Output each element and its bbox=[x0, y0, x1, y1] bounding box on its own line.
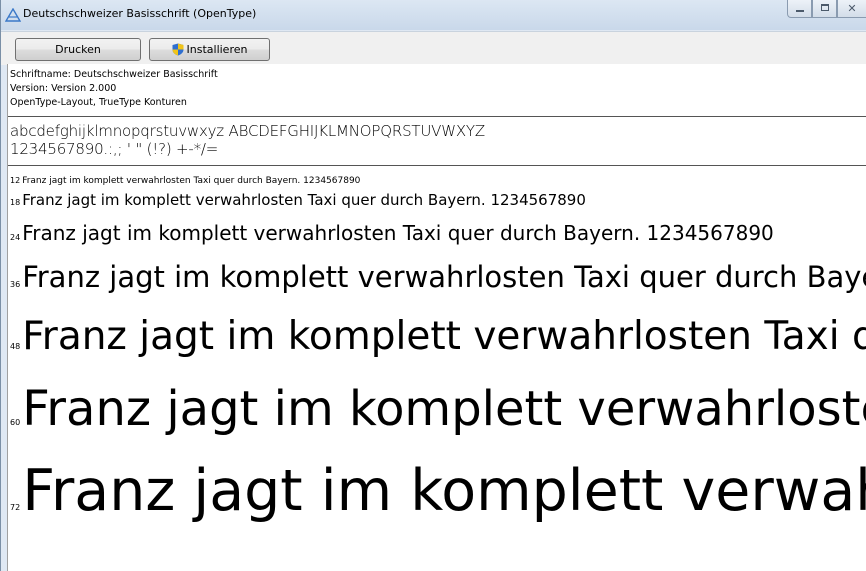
uac-shield-icon bbox=[172, 43, 184, 56]
sample-text: Franz jagt im komplett verwahrlosten Tax… bbox=[22, 314, 866, 359]
sample-size-label: 24 bbox=[10, 233, 21, 242]
sample-size-label: 72 bbox=[10, 503, 21, 512]
sample-line-18: 18 Franz jagt im komplett verwahrlosten T… bbox=[10, 191, 586, 209]
charset-letters: abcdefghijklmnopqrstuvwxyz ABCDEFGHIJKLM… bbox=[10, 122, 485, 140]
sample-line-60: 60Franz jagt im komplett verwahrlosten T bbox=[10, 381, 866, 437]
sample-text: Franz jagt im komplett verwahrlosten Tax… bbox=[22, 176, 361, 186]
font-info: Schriftname: Deutschschweizer Basisschri… bbox=[10, 68, 218, 110]
maximize-icon bbox=[821, 4, 829, 11]
character-set: abcdefghijklmnopqrstuvwxyz ABCDEFGHIJKLM… bbox=[10, 122, 485, 158]
sample-line-12: 12 Franz jagt im komplett verwahrlosten T… bbox=[10, 176, 360, 186]
sample-size-label: 12 bbox=[10, 176, 21, 185]
sample-line-48: 48Franz jagt im komplett verwahrlosten T… bbox=[10, 314, 866, 359]
close-button[interactable]: ✕ bbox=[837, 0, 866, 18]
sample-size-label: 36 bbox=[10, 280, 21, 289]
font-version: Version: Version 2.000 bbox=[10, 83, 117, 94]
toolbar: Drucken Installieren bbox=[1, 31, 866, 65]
install-button-label: Installieren bbox=[186, 43, 248, 56]
divider bbox=[8, 165, 866, 166]
sample-text: Franz jagt im komplett verwahrlosten Tax… bbox=[22, 191, 586, 209]
font-name: Schriftname: Deutschschweizer Basisschri… bbox=[10, 69, 218, 80]
sample-text: Franz jagt im komplett verwahrlosten Tax… bbox=[22, 221, 774, 245]
charset-digits: 1234567890.:,; ' " (!?) +-*/= bbox=[10, 140, 219, 158]
font-viewer-window: Deutschschweizer Basisschrift (OpenType)… bbox=[0, 0, 866, 571]
minimize-button[interactable] bbox=[787, 0, 812, 18]
maximize-button[interactable] bbox=[812, 0, 837, 18]
sample-line-24: 24 Franz jagt im komplett verwahrlosten T… bbox=[10, 221, 774, 245]
print-button-label: Drucken bbox=[55, 43, 101, 56]
window-controls: ✕ bbox=[787, 0, 866, 20]
divider bbox=[8, 116, 866, 117]
sample-size-label: 60 bbox=[10, 418, 21, 427]
font-preview-pane[interactable]: Schriftname: Deutschschweizer Basisschri… bbox=[7, 64, 866, 571]
sample-size-label: 18 bbox=[10, 198, 21, 207]
sample-text: Franz jagt im komplett verwahrlo bbox=[22, 458, 866, 524]
sample-line-36: 36Franz jagt im komplett verwahrlosten T… bbox=[10, 260, 866, 294]
close-icon: ✕ bbox=[847, 2, 857, 15]
sample-line-72: 72Franz jagt im komplett verwahrlo bbox=[10, 458, 866, 524]
title-bar[interactable]: Deutschschweizer Basisschrift (OpenType)… bbox=[1, 0, 866, 30]
sample-size-label: 48 bbox=[10, 342, 21, 351]
minimize-icon bbox=[796, 10, 804, 12]
window-title: Deutschschweizer Basisschrift (OpenType) bbox=[23, 7, 257, 20]
print-button[interactable]: Drucken bbox=[15, 38, 141, 61]
sample-text: Franz jagt im komplett verwahrlosten T bbox=[22, 381, 866, 437]
sample-text: Franz jagt im komplett verwahrlosten Tax… bbox=[22, 260, 866, 294]
font-viewer-icon bbox=[5, 8, 21, 22]
font-layout: OpenType-Layout, TrueType Konturen bbox=[10, 97, 187, 108]
install-button[interactable]: Installieren bbox=[149, 38, 270, 61]
